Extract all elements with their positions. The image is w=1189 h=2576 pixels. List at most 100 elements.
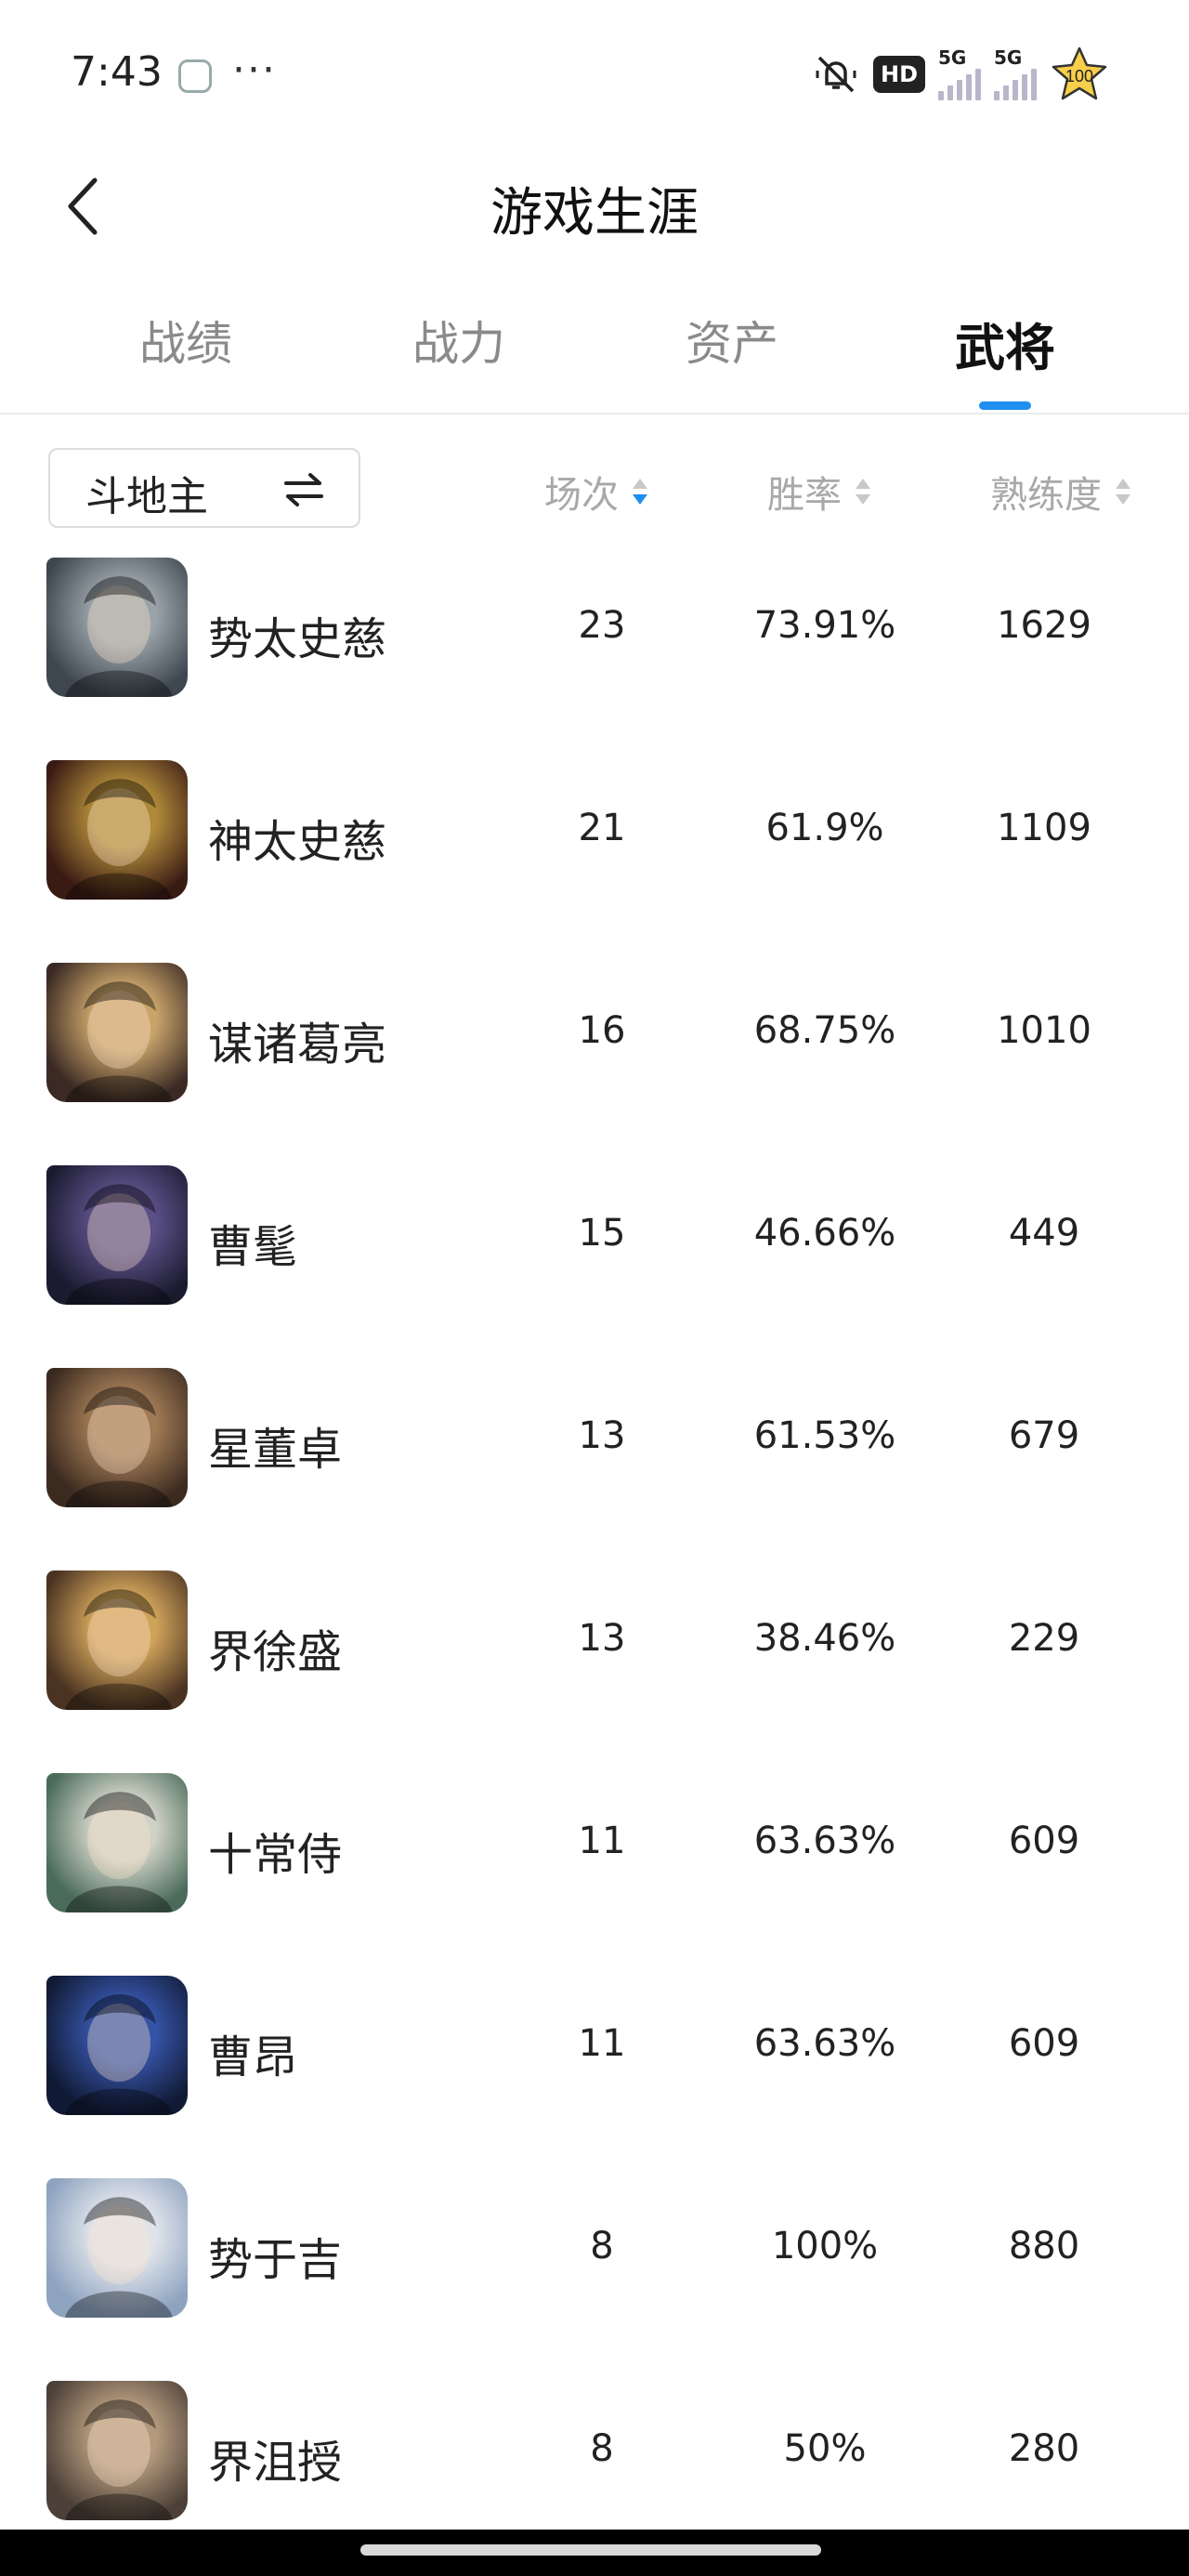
hero-avatar (46, 1571, 188, 1710)
hero-win-rate: 63.63% (753, 2022, 896, 2065)
hero-games-count: 8 (590, 2427, 614, 2470)
page-title: 游戏生涯 (490, 183, 699, 243)
hero-proficiency: 449 (1008, 1212, 1080, 1255)
hero-win-rate: 46.66% (753, 1212, 896, 1255)
hero-avatar (46, 2381, 188, 2520)
hero-avatar (46, 963, 188, 1102)
hero-avatar (46, 1773, 188, 1912)
hero-games-count: 21 (578, 807, 626, 849)
sort-winrate-button[interactable]: 胜率 (767, 465, 873, 519)
hero-proficiency: 880 (1008, 2225, 1080, 2267)
hero-win-rate: 68.75% (753, 1009, 896, 1052)
hero-proficiency: 1109 (997, 807, 1091, 849)
hero-name: 势于吉 (208, 2234, 343, 2286)
portrait-silhouette-icon (65, 779, 173, 900)
hero-row[interactable]: 神太史慈 21 61.9% 1109 (0, 760, 1189, 900)
tab-power[interactable]: 战力 (321, 307, 596, 374)
hero-avatar (46, 1165, 188, 1305)
hero-name: 势太史慈 (208, 613, 387, 665)
sort-games-button[interactable]: 场次 (544, 465, 650, 519)
hero-name: 谋诸葛亮 (208, 1019, 387, 1071)
hero-name: 星董卓 (208, 1424, 343, 1476)
sim1-label: 5G (938, 46, 967, 69)
portrait-silhouette-icon (65, 981, 173, 1102)
hero-row[interactable]: 势太史慈 23 73.91% 1629 (0, 558, 1189, 697)
header-divider (0, 413, 1189, 414)
hero-games-count: 11 (578, 1820, 626, 1862)
hero-row[interactable]: 势于吉 8 100% 880 (0, 2178, 1189, 2318)
proficiency-column-label: 熟练度 (990, 474, 1102, 517)
hero-row[interactable]: 星董卓 13 61.53% 679 (0, 1368, 1189, 1507)
hero-games-count: 16 (578, 1009, 626, 1052)
hero-avatar (46, 1368, 188, 1507)
hero-win-rate: 61.53% (753, 1414, 896, 1457)
portrait-silhouette-icon (65, 2197, 173, 2318)
hero-proficiency: 280 (1008, 2427, 1080, 2470)
sort-active-icon (633, 479, 647, 505)
hero-avatar (46, 760, 188, 900)
mute-vibrate-icon (816, 56, 856, 93)
mode-switch-button[interactable]: 斗地主 (48, 448, 360, 528)
hero-name: 界沮授 (208, 2437, 343, 2489)
mode-label: 斗地主 (85, 473, 208, 520)
portrait-silhouette-icon (65, 1184, 173, 1305)
hero-avatar (46, 2178, 188, 2318)
hero-win-rate: 73.91% (753, 604, 896, 647)
hero-row[interactable]: 十常侍 11 63.63% 609 (0, 1773, 1189, 1912)
sort-icon (1116, 479, 1130, 505)
hero-name: 神太史慈 (208, 816, 387, 868)
active-tab-indicator (979, 401, 1031, 410)
hero-row[interactable]: 界徐盛 13 38.46% 229 (0, 1571, 1189, 1710)
home-gesture-bar[interactable] (360, 2544, 821, 2556)
hero-name: 曹昂 (208, 2031, 298, 2083)
hero-row[interactable]: 曹髦 15 46.66% 449 (0, 1165, 1189, 1305)
sort-proficiency-button[interactable]: 熟练度 (990, 465, 1133, 519)
hero-proficiency: 1010 (997, 1009, 1091, 1052)
hd-voice-icon: HD (872, 56, 925, 93)
hero-win-rate: 63.63% (753, 1820, 896, 1862)
winrate-column-label: 胜率 (767, 474, 842, 517)
hero-row[interactable]: 界沮授 8 50% 280 (0, 2381, 1189, 2520)
hero-games-count: 15 (578, 1212, 626, 1255)
hero-win-rate: 50% (783, 2427, 867, 2470)
status-time: 7:43 (71, 48, 163, 96)
hero-proficiency: 609 (1008, 1820, 1080, 1862)
portrait-silhouette-icon (65, 1792, 173, 1912)
status-right-group: HD 5G 5G 100 (812, 46, 1109, 100)
battery-level: 100 (1065, 67, 1093, 85)
hero-games-count: 13 (578, 1617, 626, 1660)
battery-star-icon: 100 (1052, 46, 1107, 100)
tab-record[interactable]: 战绩 (48, 307, 323, 374)
hero-games-count: 13 (578, 1414, 626, 1457)
tab-generals[interactable]: 武将 (868, 307, 1143, 380)
hero-win-rate: 38.46% (753, 1617, 896, 1660)
hero-name: 界徐盛 (208, 1626, 343, 1678)
portrait-silhouette-icon (65, 1589, 173, 1710)
tab-bar: 战绩 战力 资产 武将 (0, 307, 1189, 409)
hero-games-count: 8 (590, 2225, 614, 2267)
hero-win-rate: 100% (771, 2225, 879, 2267)
portrait-silhouette-icon (65, 576, 173, 697)
hero-avatar (46, 558, 188, 697)
hero-row[interactable]: 曹昂 11 63.63% 609 (0, 1976, 1189, 2115)
hero-games-count: 23 (578, 604, 626, 647)
hero-games-count: 11 (578, 2022, 626, 2065)
portrait-silhouette-icon (65, 2399, 173, 2520)
hero-proficiency: 229 (1008, 1617, 1080, 1660)
status-bar: 7:43 ··· HD 5G 5G 100 (0, 0, 1189, 149)
hero-proficiency: 1629 (997, 604, 1091, 647)
sort-icon (856, 479, 870, 505)
signal-sim2-icon: 5G (994, 48, 1037, 100)
hero-avatar (46, 1976, 188, 2115)
hero-name: 十常侍 (208, 1829, 343, 1881)
more-notifications-icon: ··· (232, 46, 277, 94)
signal-sim1-icon: 5G (938, 48, 981, 100)
swap-arrows-icon (284, 473, 323, 506)
hero-proficiency: 609 (1008, 2022, 1080, 2065)
tab-assets[interactable]: 资产 (594, 307, 869, 374)
sim2-label: 5G (994, 46, 1023, 69)
hero-row[interactable]: 谋诸葛亮 16 68.75% 1010 (0, 963, 1189, 1102)
app-notification-icon (178, 59, 212, 93)
hero-win-rate: 61.9% (765, 807, 884, 849)
portrait-silhouette-icon (65, 1994, 173, 2115)
